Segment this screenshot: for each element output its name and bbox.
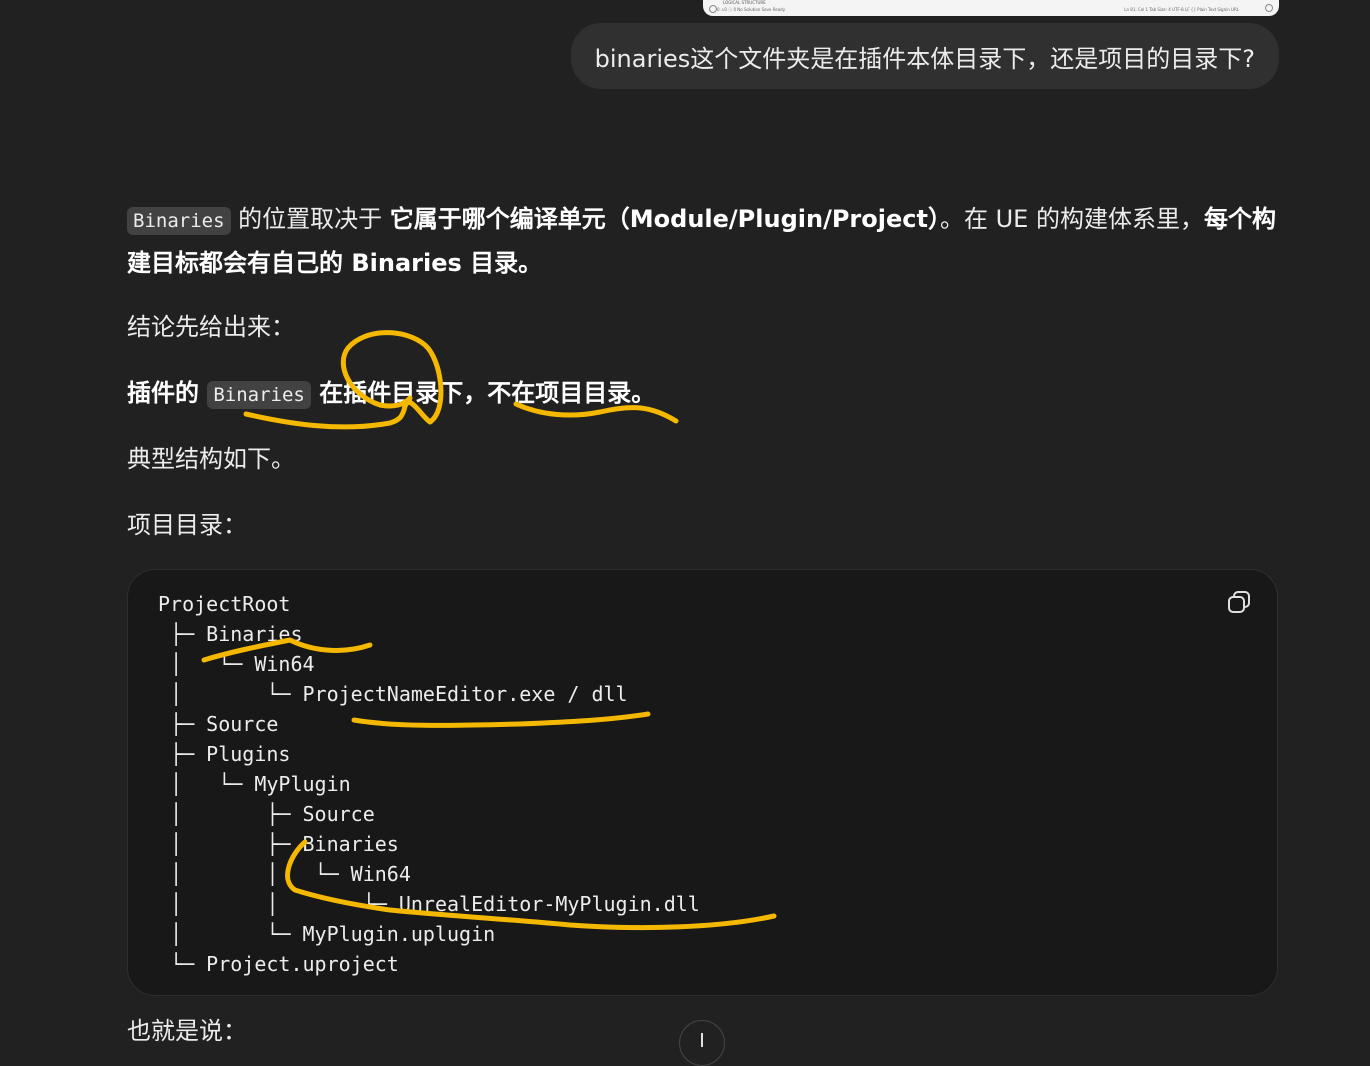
arrow-down-icon: [701, 1033, 703, 1047]
code-block-text[interactable]: ProjectRoot ├─ Binaries │ └─ Win64 │ └─ …: [158, 589, 700, 979]
thumbnail-status-right: Ln 81, Col 1 Tab Size: 4 UTF-8 LF {} Pla…: [1124, 7, 1239, 12]
thumbnail-caption: LOGICAL STRUCTURE: [723, 0, 766, 5]
bold-text: 插件的: [127, 379, 208, 407]
inline-code: Binaries: [127, 207, 231, 235]
code-block: ProjectRoot ├─ Binaries │ └─ Win64 │ └─ …: [127, 569, 1278, 996]
answer-paragraph-intro: Binaries 的位置取决于 它属于哪个编译单元（Module/Plugin/…: [127, 198, 1279, 284]
answer-paragraph-structure-intro: 典型结构如下。: [127, 445, 295, 473]
copy-icon[interactable]: [1225, 588, 1253, 616]
bold-text: 它属于哪个编译单元（Module/Plugin/Project）: [389, 205, 940, 233]
user-message-bubble: binaries这个文件夹是在插件本体目录下，还是项目的目录下?: [570, 23, 1279, 89]
attached-image-thumbnail[interactable]: LOGICAL STRUCTURE 0 ⚠0 ⓘ 0 No Solution S…: [703, 0, 1279, 16]
answer-paragraph-conclusion: 插件的 Binaries 在插件目录下，不在项目目录。: [127, 372, 1279, 416]
thumbnail-status-left: 0 ⚠0 ⓘ 0 No Solution Save Ready: [717, 7, 786, 12]
thumbnail-circle-icon: [709, 5, 717, 13]
thumbnail-settings-icon: [1265, 4, 1273, 12]
bold-text: 在插件目录下，不在项目目录。: [310, 379, 656, 407]
scroll-to-bottom-button[interactable]: [679, 1020, 725, 1066]
inline-code: Binaries: [207, 381, 311, 409]
user-message-text: binaries这个文件夹是在插件本体目录下，还是项目的目录下?: [594, 44, 1255, 73]
answer-paragraph-conclusion-label: 结论先给出来：: [127, 313, 295, 341]
answer-paragraph-project-dir: 项目目录：: [127, 511, 247, 539]
text: 。在 UE 的构建体系里，: [939, 205, 1204, 233]
text: 的位置取决于: [230, 205, 390, 233]
